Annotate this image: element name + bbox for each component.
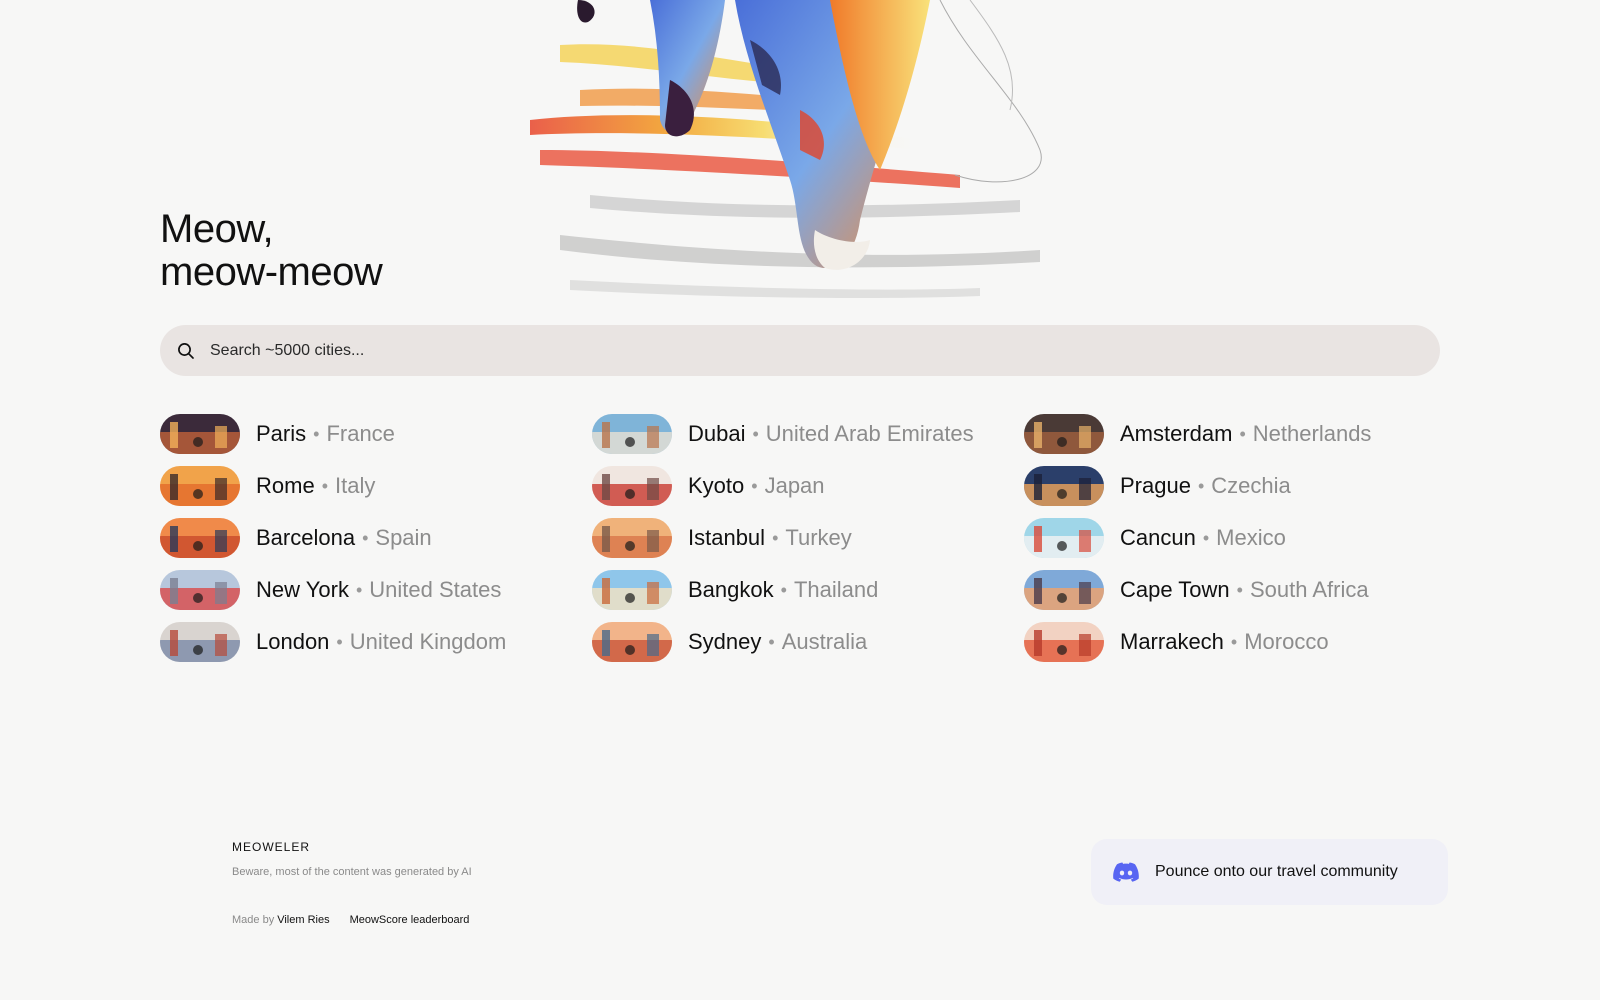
city-country: Spain xyxy=(375,525,432,550)
city-name: Bangkok xyxy=(688,577,774,602)
city-item[interactable]: Paris • France xyxy=(160,413,592,455)
city-name: Kyoto xyxy=(688,473,745,498)
city-thumbnail-image xyxy=(592,622,672,662)
city-name: Prague xyxy=(1120,473,1191,498)
headline-line-1: Meow, xyxy=(160,207,274,251)
city-separator: • xyxy=(768,631,775,652)
city-item[interactable]: New York • United States xyxy=(160,569,592,611)
city-thumbnail-image xyxy=(1024,518,1104,558)
city-separator: • xyxy=(1236,579,1243,600)
city-thumbnail-image xyxy=(1024,466,1104,506)
city-name: Barcelona xyxy=(256,525,356,550)
search-input[interactable] xyxy=(210,341,1390,360)
city-country: South Africa xyxy=(1249,577,1369,602)
city-country: Turkey xyxy=(785,525,852,550)
city-separator: • xyxy=(751,475,758,496)
search-bar[interactable] xyxy=(160,325,1440,376)
hero-cat-illustration xyxy=(500,0,1120,300)
city-name: Cancun xyxy=(1120,525,1196,550)
city-country: Mexico xyxy=(1216,525,1286,550)
city-separator: • xyxy=(1197,475,1205,496)
discord-icon xyxy=(1113,862,1139,882)
city-name: London xyxy=(256,629,330,654)
city-list: Paris • France Dubai • United Arab Emirates Am… xyxy=(160,413,1460,673)
city-name: Istanbul xyxy=(688,525,766,550)
city-item[interactable]: Kyoto • Japan xyxy=(592,465,1024,507)
city-separator: • xyxy=(321,475,328,496)
city-separator: • xyxy=(772,527,779,548)
city-thumbnail-image xyxy=(160,466,240,506)
city-country: United States xyxy=(369,577,502,602)
city-thumbnail-image xyxy=(160,622,240,662)
author-link[interactable]: Vilem Ries xyxy=(277,914,329,926)
city-item[interactable]: Bangkok • Thailand xyxy=(592,569,1024,611)
city-item[interactable]: Cancun • Mexico xyxy=(1024,517,1456,559)
city-country: United Arab Emirates xyxy=(765,421,974,446)
city-separator: • xyxy=(1230,631,1238,652)
city-item[interactable]: Barcelona • Spain xyxy=(160,517,592,559)
page-title: Meow, meow-meow xyxy=(160,207,383,294)
city-item[interactable]: Sydney • Australia xyxy=(592,621,1024,663)
city-item[interactable]: Rome • Italy xyxy=(160,465,592,507)
city-item[interactable]: Prague • Czechia xyxy=(1024,465,1456,507)
city-name: Dubai xyxy=(688,421,746,446)
city-item[interactable]: Istanbul • Turkey xyxy=(592,517,1024,559)
search-icon xyxy=(176,341,196,361)
city-country: Morocco xyxy=(1244,629,1329,654)
city-separator: • xyxy=(362,527,369,548)
city-thumbnail-image xyxy=(592,518,672,558)
city-separator: • xyxy=(1239,423,1246,444)
city-thumbnail-image xyxy=(592,466,672,506)
city-thumbnail-image xyxy=(592,414,672,454)
community-label: Pounce onto our travel community xyxy=(1155,863,1398,880)
city-thumbnail-image xyxy=(592,570,672,610)
city-separator: • xyxy=(336,631,343,652)
city-country: Japan xyxy=(764,473,825,498)
city-name: New York xyxy=(256,577,349,602)
city-name: Sydney xyxy=(688,629,762,654)
city-name: Amsterdam xyxy=(1120,421,1233,446)
city-name: Cape Town xyxy=(1120,577,1230,602)
city-thumbnail-image xyxy=(160,518,240,558)
city-item[interactable]: Marrakech • Morocco xyxy=(1024,621,1456,663)
city-country: Czechia xyxy=(1211,473,1291,498)
city-country: Australia xyxy=(781,629,868,654)
community-button[interactable]: Pounce onto our travel community xyxy=(1091,839,1448,905)
footer-brand: MEOWELER xyxy=(232,840,311,854)
city-item[interactable]: Dubai • United Arab Emirates xyxy=(592,413,1024,455)
city-separator: • xyxy=(355,579,363,600)
city-country: Thailand xyxy=(793,577,879,602)
city-separator: • xyxy=(313,423,320,444)
city-thumbnail-image xyxy=(1024,570,1104,610)
headline-line-2: meow-meow xyxy=(160,250,383,294)
city-thumbnail-image xyxy=(160,570,240,610)
leaderboard-link[interactable]: MeowScore leaderboard xyxy=(350,914,470,926)
city-item[interactable]: Amsterdam • Netherlands xyxy=(1024,413,1456,455)
made-by-prefix: Made by xyxy=(232,914,275,926)
city-separator: • xyxy=(780,579,787,600)
city-thumbnail-image xyxy=(1024,622,1104,662)
city-name: Rome xyxy=(256,473,315,498)
city-country: Netherlands xyxy=(1252,421,1372,446)
ai-disclaimer: Beware, most of the content was generate… xyxy=(232,866,472,878)
city-name: Marrakech xyxy=(1120,629,1224,654)
city-separator: • xyxy=(752,423,759,444)
city-country: France xyxy=(326,421,395,446)
city-separator: • xyxy=(1202,527,1210,548)
city-item[interactable]: London • United Kingdom xyxy=(160,621,592,663)
city-country: Italy xyxy=(335,473,376,498)
city-item[interactable]: Cape Town • South Africa xyxy=(1024,569,1456,611)
city-thumbnail-image xyxy=(1024,414,1104,454)
made-by: Made by Vilem Ries MeowScore leaderboard xyxy=(232,914,469,926)
city-country: United Kingdom xyxy=(349,629,507,654)
city-name: Paris xyxy=(256,421,307,446)
city-thumbnail-image xyxy=(160,414,240,454)
